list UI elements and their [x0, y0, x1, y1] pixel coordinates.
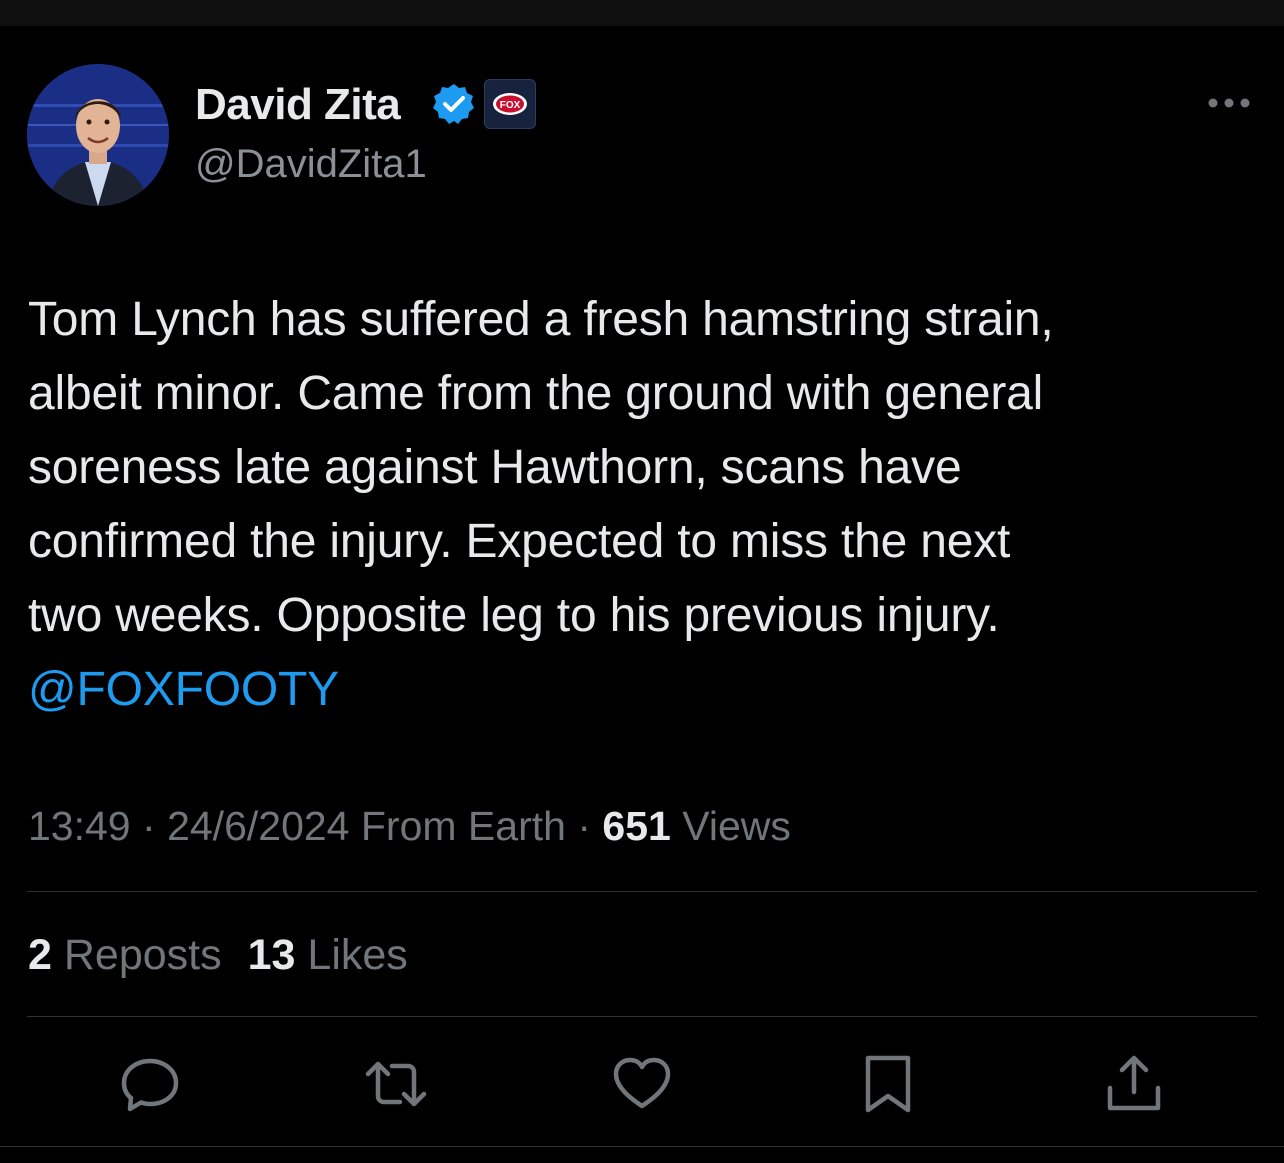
reposts-stat[interactable]: 2 Reposts: [28, 931, 222, 979]
tweet-meta: 13:49 · 24/6/2024 From Earth · 651 Views: [28, 803, 791, 850]
divider: [0, 1146, 1284, 1147]
tweet-text-line: two weeks. Opposite leg to his previous …: [28, 589, 1000, 642]
separator: ·: [142, 803, 156, 849]
tweet-text: Tom Lynch has suffered a fresh hamstring…: [28, 283, 1258, 727]
tweet-source: From Earth: [360, 803, 566, 849]
mention-link[interactable]: @FOXFOOTY: [28, 653, 1258, 727]
tweet-text-line: confirmed the injury. Expected to miss t…: [28, 515, 1011, 568]
reposts-count: 2: [28, 931, 52, 979]
reply-icon[interactable]: [118, 1052, 182, 1116]
tweet-text-line: soreness late against Hawthorn, scans ha…: [28, 441, 962, 494]
affiliate-badge-icon[interactable]: FOX: [484, 79, 536, 129]
separator: ·: [577, 803, 591, 849]
avatar[interactable]: [27, 64, 169, 206]
verified-badge-icon[interactable]: [432, 82, 476, 126]
share-icon[interactable]: [1102, 1052, 1166, 1116]
affiliate-badge-text: FOX: [500, 100, 521, 111]
tweet-time[interactable]: 13:49: [28, 803, 131, 849]
likes-label: Likes: [307, 931, 408, 979]
tweet-text-line: Tom Lynch has suffered a fresh hamstring…: [28, 293, 1054, 346]
author-handle[interactable]: @DavidZita1: [195, 142, 427, 187]
likes-stat[interactable]: 13 Likes: [248, 931, 408, 979]
views-label: Views: [682, 803, 791, 849]
author-display-name[interactable]: David Zita: [195, 80, 401, 130]
tweet-text-line: albeit minor. Came from the ground with …: [28, 367, 1044, 420]
likes-count: 13: [247, 931, 296, 979]
more-options-icon[interactable]: [1204, 88, 1254, 118]
repost-icon[interactable]: [364, 1052, 428, 1116]
bookmark-icon[interactable]: [856, 1052, 920, 1116]
status-strip: [0, 0, 1284, 26]
engagement-stats: 2 Reposts 13 Likes: [28, 931, 408, 980]
tweet-date[interactable]: 24/6/2024: [167, 803, 349, 849]
divider: [27, 1016, 1257, 1017]
divider: [27, 891, 1257, 892]
views-count: 651: [602, 803, 671, 849]
heart-icon[interactable]: [610, 1052, 674, 1116]
reposts-label: Reposts: [63, 931, 222, 979]
